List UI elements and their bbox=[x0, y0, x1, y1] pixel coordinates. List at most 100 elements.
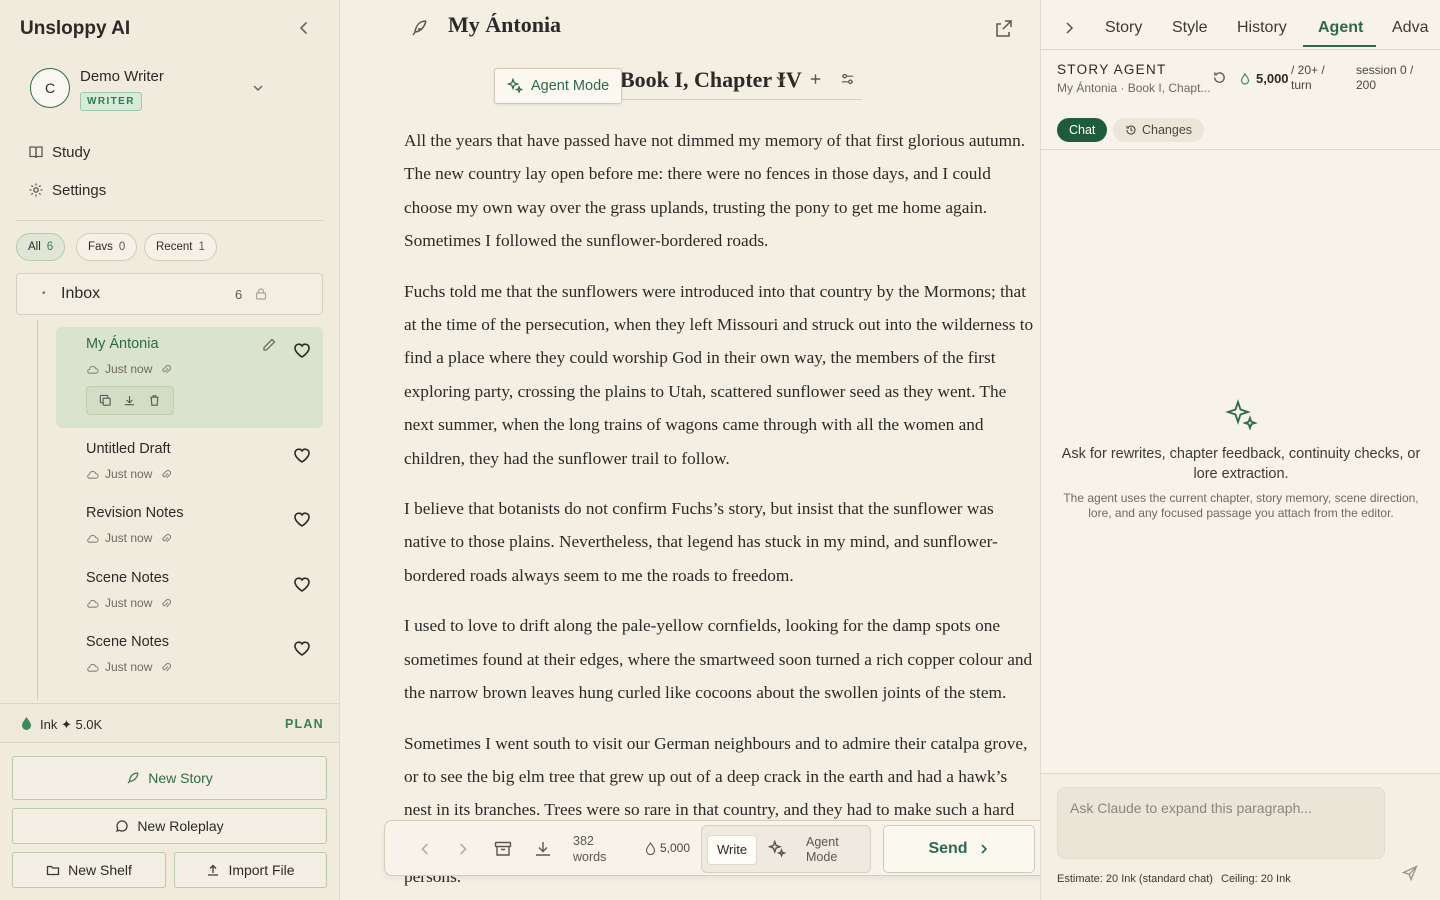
ink-drop-icon bbox=[22, 717, 31, 730]
send-button[interactable]: Send bbox=[883, 825, 1035, 873]
reset-icon[interactable] bbox=[1212, 70, 1227, 85]
story-item[interactable]: Untitled Draft Just now bbox=[56, 432, 323, 490]
nav-study[interactable]: Study bbox=[28, 140, 90, 164]
tab-agent[interactable]: Agent bbox=[1318, 19, 1363, 37]
chevron-left-icon[interactable] bbox=[415, 839, 435, 859]
new-shelf-button[interactable]: New Shelf bbox=[12, 852, 166, 888]
editor: My Ántonia Book I, Chapter IV Agent Mode… bbox=[340, 0, 1056, 900]
filter-recent-count: 1 bbox=[198, 241, 205, 253]
paperclip-icon bbox=[162, 364, 172, 374]
ink-drop-icon bbox=[1240, 72, 1250, 85]
word-count: 382 words bbox=[573, 833, 606, 865]
avatar: C bbox=[30, 68, 70, 108]
active-tab-indicator bbox=[1303, 45, 1376, 47]
plan-link[interactable]: PLAN bbox=[285, 717, 324, 731]
download-icon[interactable] bbox=[123, 394, 136, 407]
agent-mode-pill[interactable]: Agent Mode bbox=[494, 68, 623, 104]
chevron-down-icon[interactable] bbox=[250, 80, 266, 96]
nav-settings[interactable]: Settings bbox=[28, 178, 106, 202]
mode-agent-button[interactable]: Agent Mode bbox=[806, 835, 856, 865]
collapse-dot-icon[interactable]: • bbox=[42, 288, 46, 299]
new-roleplay-button[interactable]: New Roleplay bbox=[12, 808, 327, 844]
import-file-label: Import File bbox=[228, 862, 295, 878]
heart-icon[interactable] bbox=[292, 446, 312, 464]
subtab-chat[interactable]: Chat bbox=[1057, 118, 1108, 142]
paragraph[interactable]: All the years that have passed have not … bbox=[404, 124, 1036, 258]
pencil-icon[interactable] bbox=[261, 337, 277, 353]
mode-toggle: Write Agent Mode bbox=[701, 825, 871, 873]
document-title[interactable]: My Ántonia bbox=[448, 12, 561, 38]
agent-label: STORY AGENT bbox=[1057, 62, 1167, 77]
story-item[interactable]: Revision Notes Just now bbox=[56, 496, 323, 554]
empty-title: Ask for rewrites, chapter feedback, cont… bbox=[1061, 446, 1421, 482]
copy-icon[interactable] bbox=[99, 394, 112, 407]
paragraph[interactable]: I used to love to drift along the pale-y… bbox=[404, 609, 1036, 709]
sparkle-icon[interactable] bbox=[768, 840, 786, 858]
send-label: Send bbox=[928, 840, 968, 857]
paragraph[interactable]: Fuchs told me that the sunflowers were i… bbox=[404, 275, 1036, 475]
cost-ceiling: Ceiling: 20 Ink bbox=[1221, 873, 1291, 885]
brand-name: Unsloppy AI bbox=[20, 18, 131, 39]
agent-context: My Ántonia · Book I, Chapt... bbox=[1057, 81, 1211, 95]
story-time: Just now bbox=[105, 660, 153, 674]
ink-balance: Ink ✦ 5.0K bbox=[40, 717, 103, 732]
tree-line bbox=[37, 320, 38, 700]
filter-favs-label: Favs bbox=[88, 241, 113, 253]
story-actions bbox=[86, 386, 174, 415]
credit-value: 5,000 bbox=[1256, 71, 1289, 86]
word-count-unit: words bbox=[573, 850, 607, 864]
agent-panel: Story Style History Agent Adva STORY AGE… bbox=[1040, 0, 1440, 900]
filter-all[interactable]: All 6 bbox=[16, 233, 66, 261]
sliders-icon[interactable] bbox=[840, 70, 855, 88]
story-item[interactable]: My Ántonia Just now bbox=[56, 327, 323, 428]
subtab-changes-label: Changes bbox=[1142, 123, 1193, 137]
history-icon bbox=[1126, 125, 1136, 135]
ink-counter: 5,000 bbox=[645, 841, 690, 855]
subtab-changes[interactable]: Changes bbox=[1113, 118, 1205, 142]
tab-history[interactable]: History bbox=[1237, 19, 1287, 37]
plus-icon[interactable] bbox=[808, 70, 823, 88]
sparkle-icon bbox=[1225, 399, 1258, 431]
filter-recent[interactable]: Recent 1 bbox=[144, 233, 217, 261]
tab-advanced[interactable]: Adva bbox=[1392, 19, 1428, 37]
ink-counter-value: 5,000 bbox=[660, 841, 691, 855]
chat-input[interactable]: Ask Claude to expand this paragraph... bbox=[1057, 787, 1385, 859]
story-item[interactable]: Scene Notes Just now bbox=[56, 561, 323, 619]
manuscript-text[interactable]: All the years that have passed have not … bbox=[404, 124, 1036, 900]
story-title: My Ántonia bbox=[86, 336, 159, 352]
filter-favs[interactable]: Favs 0 bbox=[76, 233, 138, 261]
gear-icon bbox=[29, 183, 43, 197]
heart-icon[interactable] bbox=[292, 341, 312, 359]
heart-icon[interactable] bbox=[292, 510, 312, 528]
tab-story[interactable]: Story bbox=[1105, 19, 1142, 37]
cloud-icon bbox=[87, 599, 99, 608]
share-icon[interactable] bbox=[992, 18, 1014, 40]
story-meta: Just now bbox=[86, 531, 177, 545]
collapse-sidebar-icon[interactable] bbox=[294, 18, 314, 38]
trash-icon[interactable] bbox=[148, 394, 161, 407]
user-card[interactable]: C Demo Writer WRITER bbox=[30, 66, 280, 116]
story-item[interactable]: Scene Notes Just now bbox=[56, 625, 323, 683]
chevron-right-icon[interactable] bbox=[453, 839, 473, 859]
download-icon[interactable] bbox=[533, 839, 553, 859]
ink-drop-icon bbox=[645, 841, 656, 855]
import-file-button[interactable]: Import File bbox=[174, 852, 327, 888]
send-icon[interactable] bbox=[1401, 864, 1419, 882]
mode-write-button[interactable]: Write bbox=[707, 835, 758, 865]
shelf-label: Inbox bbox=[61, 285, 101, 302]
editor-toolbar: 382 words 5,000 Write Agent Mode Send bbox=[384, 820, 1056, 876]
new-story-button[interactable]: New Story bbox=[12, 756, 327, 800]
filter-favs-count: 0 bbox=[118, 241, 126, 253]
paragraph[interactable]: I believe that botanists do not confirm … bbox=[404, 492, 1036, 592]
shelf-inbox[interactable]: • Inbox 6 bbox=[16, 273, 323, 315]
empty-description: The agent uses the current chapter, stor… bbox=[1063, 491, 1419, 520]
heart-icon[interactable] bbox=[292, 575, 312, 593]
chevron-right-icon[interactable] bbox=[1061, 20, 1077, 36]
paperclip-icon bbox=[162, 469, 172, 479]
cloud-icon bbox=[87, 534, 99, 543]
story-title: Revision Notes bbox=[86, 505, 184, 521]
chevron-down-icon[interactable] bbox=[774, 70, 788, 88]
tab-style[interactable]: Style bbox=[1172, 19, 1208, 37]
heart-icon[interactable] bbox=[292, 639, 312, 657]
archive-icon[interactable] bbox=[493, 839, 513, 859]
